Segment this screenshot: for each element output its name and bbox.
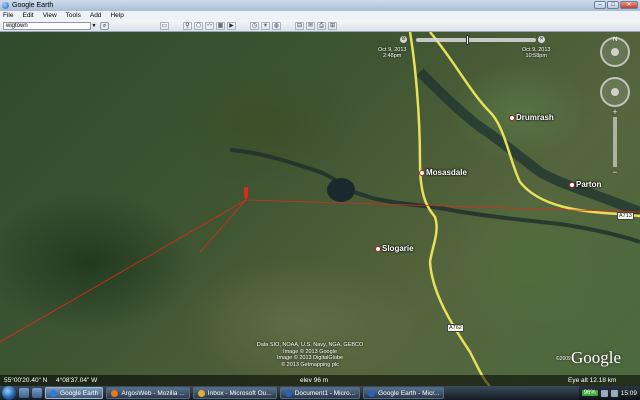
road-label-a762: A762 — [447, 324, 464, 332]
eye-altitude-readout: Eye alt 12.18 km — [568, 377, 617, 384]
time-slider[interactable]: ⚙ ✕ — [398, 35, 548, 47]
placemark-icon[interactable]: ⚲ — [183, 22, 192, 30]
word-icon — [368, 389, 376, 397]
window-title: Google Earth — [12, 2, 54, 9]
minimize-button[interactable]: – — [594, 1, 606, 9]
task-google-earth[interactable]: Google Earth — [45, 387, 104, 399]
place-slogarie[interactable]: Slogarie — [375, 244, 414, 253]
zoom-in-button[interactable]: + — [609, 107, 621, 117]
time-slider-track[interactable] — [416, 38, 536, 42]
close-button[interactable]: ✕ — [620, 1, 638, 9]
google-logo: Google — [571, 348, 622, 367]
firefox-icon — [111, 389, 119, 397]
print-icon[interactable]: ⎙ — [317, 22, 326, 30]
time-slider-handle[interactable] — [466, 35, 469, 45]
task-outlook-inbox[interactable]: Inbox - Microsoft Ou... — [192, 387, 277, 399]
loch — [327, 178, 355, 202]
network-icon[interactable] — [600, 389, 608, 397]
zoom-slider[interactable] — [613, 117, 617, 167]
menu-add[interactable]: Add — [90, 12, 102, 19]
menu-edit[interactable]: Edit — [22, 12, 33, 19]
search-icon[interactable]: ⌕ — [100, 22, 109, 30]
menu-help[interactable]: Help — [110, 12, 123, 19]
place-mosasdale[interactable]: Mosasdale — [419, 168, 467, 177]
move-joystick-icon[interactable] — [611, 88, 619, 96]
road-label-a713: A713 — [617, 212, 634, 220]
system-tray: 96% 15:09 — [578, 386, 640, 400]
menu-file[interactable]: File — [3, 12, 13, 19]
clock[interactable]: 15:09 — [621, 390, 637, 397]
window-controls: – □ ✕ — [594, 1, 638, 9]
historical-imagery-icon[interactable]: ◷ — [250, 22, 259, 30]
menu-tools[interactable]: Tools — [66, 12, 81, 19]
overlay-icon[interactable]: ▦ — [216, 22, 225, 30]
maximize-button[interactable]: □ — [607, 1, 619, 9]
google-earth-icon — [2, 2, 9, 9]
move-joystick[interactable] — [600, 77, 630, 107]
track-marker-icon[interactable] — [244, 187, 248, 200]
zoom-out-button[interactable]: − — [609, 167, 621, 177]
elevation-readout: elev 96 m — [300, 377, 329, 384]
track-line-south — [199, 199, 247, 253]
map-overlay — [0, 32, 640, 386]
battery-indicator[interactable]: 96% — [581, 390, 598, 396]
time-slider-close-icon[interactable]: ✕ — [538, 36, 545, 43]
track-line-southwest — [0, 199, 247, 343]
search-input[interactable]: wigtown — [3, 22, 97, 30]
word-icon — [284, 389, 292, 397]
logo-year: ©2009 — [556, 356, 571, 362]
place-drumrash[interactable]: Drumrash — [509, 113, 554, 122]
task-word-document[interactable]: Document1 - Micro... — [279, 387, 361, 399]
menu-view[interactable]: View — [43, 12, 57, 19]
map-view[interactable]: Mosasdale Drumrash Parton Slogarie A713 … — [0, 32, 640, 386]
ruler-icon[interactable]: ⊟ — [295, 22, 304, 30]
task-google-earth-word[interactable]: Google Earth - Micr... — [363, 387, 445, 399]
time-slider-settings-icon[interactable]: ⚙ — [400, 36, 407, 43]
planet-icon[interactable]: ◍ — [272, 22, 281, 30]
longitude-readout: 4°08'37.04" W — [56, 377, 98, 384]
look-joystick-icon[interactable] — [611, 48, 619, 56]
google-earth-task-icon — [50, 389, 57, 397]
start-button[interactable] — [2, 386, 16, 400]
look-compass[interactable]: N — [600, 37, 630, 67]
status-bar: 55°00'20.40" N 4°08'37.04" W elev 96 m E… — [0, 375, 640, 386]
record-tour-icon[interactable]: ▶ — [227, 22, 236, 30]
time-end-date: Oct 9, 2013 10:58pm — [522, 47, 551, 59]
polygon-icon[interactable]: ⬠ — [194, 22, 203, 30]
time-start-date: Oct 9, 2013 2:48pm — [378, 47, 407, 59]
outlook-icon — [197, 389, 205, 397]
path-icon[interactable]: 〰 — [205, 22, 214, 30]
window-titlebar: Google Earth – □ ✕ — [0, 0, 640, 11]
quicklaunch-show-desktop-icon[interactable] — [19, 388, 29, 398]
menu-bar: File Edit View Tools Add Help — [0, 11, 640, 20]
sidebar-toggle-icon[interactable]: ▭ — [160, 22, 169, 30]
sun-icon[interactable]: ☀ — [261, 22, 270, 30]
navigation-controls: N + − — [596, 37, 636, 187]
north-indicator: N — [613, 37, 618, 43]
quicklaunch-browser-icon[interactable] — [32, 388, 42, 398]
search-dropdown-button[interactable]: ▼ — [90, 22, 97, 30]
river — [229, 148, 640, 244]
toolbar: wigtown ▼ ⌕ ▭ ⚲ ⬠ 〰 ▦ ▶ ◷ ☀ ◍ ⊟ ✉ ⎙ ⊞ — [0, 20, 640, 32]
task-argosweb[interactable]: ArgosWeb - Mozilla ... — [106, 387, 190, 399]
email-icon[interactable]: ✉ — [306, 22, 315, 30]
latitude-readout: 55°00'20.40" N — [4, 377, 48, 384]
windows-taskbar: Google Earth ArgosWeb - Mozilla ... Inbo… — [0, 386, 640, 400]
imagery-credits: Data SIO, NOAA, U.S. Navy, NGA, GEBCO Im… — [256, 342, 364, 368]
volume-icon[interactable] — [610, 389, 618, 397]
google-maps-icon[interactable]: ⊞ — [328, 22, 337, 30]
